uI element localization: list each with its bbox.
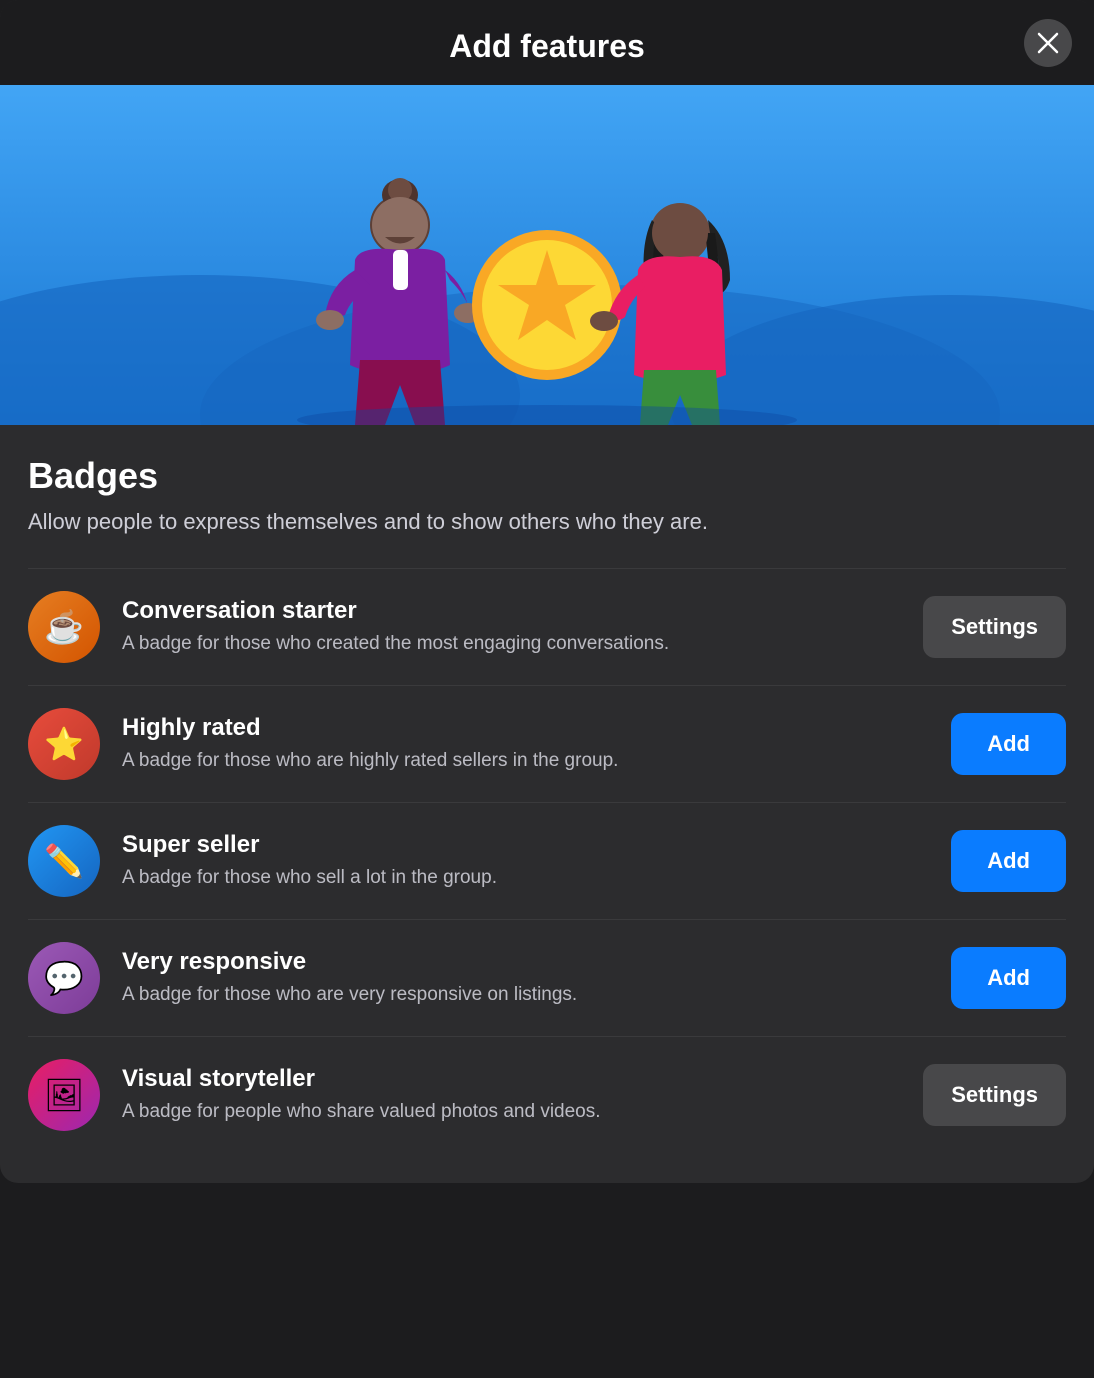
content-area: Badges Allow people to express themselve… xyxy=(0,425,1094,1183)
badge-conversation-starter-info: Conversation starter A badge for those w… xyxy=(122,597,901,658)
close-icon xyxy=(1037,32,1059,54)
badge-conversation-starter-description: A badge for those who created the most e… xyxy=(122,631,901,658)
badge-very-responsive-description: A badge for those who are very responsiv… xyxy=(122,982,929,1009)
badge-super-seller-info: Super seller A badge for those who sell … xyxy=(122,831,929,892)
badge-visual-storyteller-description: A badge for people who share valued phot… xyxy=(122,1099,901,1126)
modal-title: Add features xyxy=(449,28,645,65)
badge-visual-storyteller-action: Settings xyxy=(923,1064,1066,1126)
badge-conversation-starter-action: Settings xyxy=(923,596,1066,658)
badge-conversation-starter-name: Conversation starter xyxy=(122,597,901,625)
badges-list: ☕ Conversation starter A badge for those… xyxy=(28,568,1066,1153)
badge-highly-rated-action: Add xyxy=(951,713,1066,775)
badge-very-responsive-info: Very responsive A badge for those who ar… xyxy=(122,948,929,1009)
modal-header: Add features xyxy=(0,0,1094,85)
badge-super-seller-description: A badge for those who sell a lot in the … xyxy=(122,865,929,892)
badge-conversation-starter-settings-button[interactable]: Settings xyxy=(923,596,1066,658)
badge-very-responsive-name: Very responsive xyxy=(122,948,929,976)
badge-conversation-starter-icon: ☕ xyxy=(28,591,100,663)
hero-illustration xyxy=(0,85,1094,425)
badge-super-seller-add-button[interactable]: Add xyxy=(951,830,1066,892)
hero-svg xyxy=(0,85,1094,425)
badge-item-conversation-starter: ☕ Conversation starter A badge for those… xyxy=(28,568,1066,685)
section-title: Badges xyxy=(28,455,1066,497)
badge-highly-rated-icon: ⭐ xyxy=(28,708,100,780)
badge-item-visual-storyteller: 🖼 Visual storyteller A badge for people … xyxy=(28,1036,1066,1153)
badge-highly-rated-name: Highly rated xyxy=(122,714,929,742)
badge-item-very-responsive: 💬 Very responsive A badge for those who … xyxy=(28,919,1066,1036)
badge-super-seller-action: Add xyxy=(951,830,1066,892)
section-description: Allow people to express themselves and t… xyxy=(28,507,1066,538)
badge-visual-storyteller-icon: 🖼 xyxy=(28,1059,100,1131)
badge-highly-rated-description: A badge for those who are highly rated s… xyxy=(122,748,929,775)
badge-visual-storyteller-settings-button[interactable]: Settings xyxy=(923,1064,1066,1126)
badge-super-seller-icon: ✏️ xyxy=(28,825,100,897)
badge-very-responsive-action: Add xyxy=(951,947,1066,1009)
badge-item-super-seller: ✏️ Super seller A badge for those who se… xyxy=(28,802,1066,919)
badge-very-responsive-add-button[interactable]: Add xyxy=(951,947,1066,1009)
badge-item-highly-rated: ⭐ Highly rated A badge for those who are… xyxy=(28,685,1066,802)
badge-super-seller-name: Super seller xyxy=(122,831,929,859)
close-button[interactable] xyxy=(1024,19,1072,67)
badge-highly-rated-add-button[interactable]: Add xyxy=(951,713,1066,775)
add-features-modal: Add features xyxy=(0,0,1094,1183)
badge-visual-storyteller-name: Visual storyteller xyxy=(122,1065,901,1093)
badge-visual-storyteller-info: Visual storyteller A badge for people wh… xyxy=(122,1065,901,1126)
badge-highly-rated-info: Highly rated A badge for those who are h… xyxy=(122,714,929,775)
badge-very-responsive-icon: 💬 xyxy=(28,942,100,1014)
